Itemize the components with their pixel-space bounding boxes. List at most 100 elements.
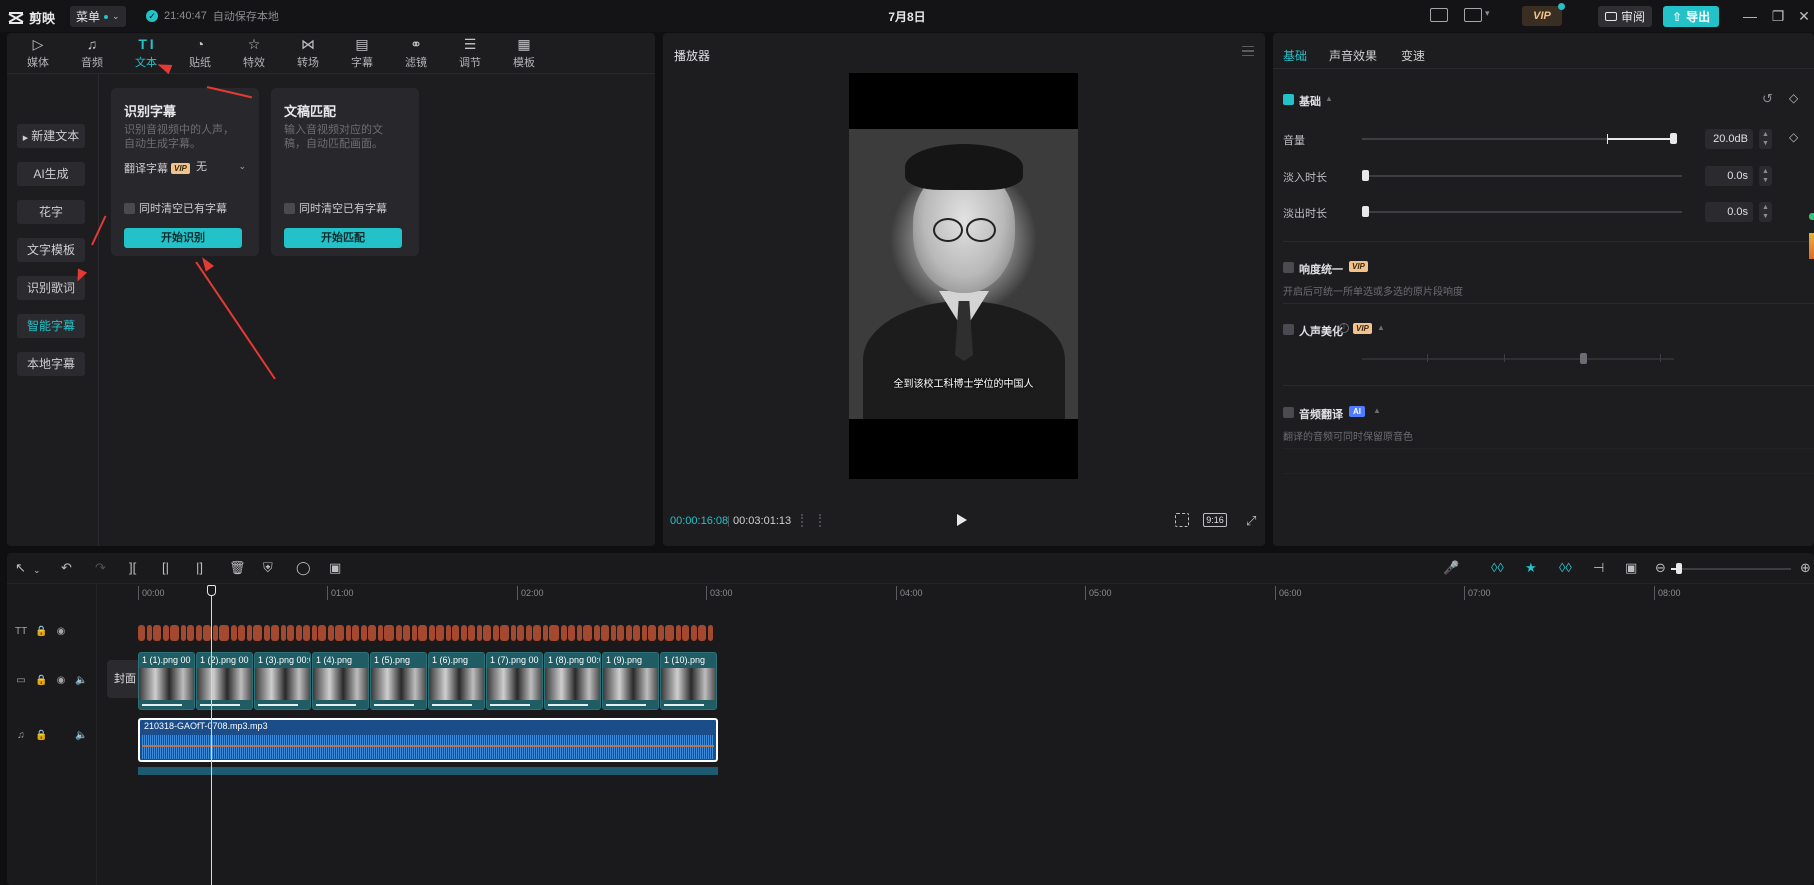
video-clip[interactable]: 1 (4).png xyxy=(312,652,369,710)
text-clip[interactable] xyxy=(445,625,451,641)
eye-icon[interactable]: ◉ xyxy=(55,675,67,686)
text-clip[interactable] xyxy=(648,625,656,641)
collapse-icon[interactable]: ▲ xyxy=(1373,406,1381,415)
shield-icon[interactable]: ◯ xyxy=(296,561,311,575)
text-clip[interactable] xyxy=(610,625,616,641)
text-clip[interactable] xyxy=(633,625,640,641)
category-new-text[interactable]: ▶ 新建文本 xyxy=(17,124,85,148)
text-clip[interactable] xyxy=(280,625,286,641)
text-clip[interactable] xyxy=(230,625,237,641)
text-clip[interactable] xyxy=(476,625,482,641)
fullscreen-focus-icon[interactable] xyxy=(1175,513,1189,527)
menu-button[interactable]: 菜单 ⌄ xyxy=(70,6,126,27)
fade-in-value-input[interactable]: 0.0s xyxy=(1705,166,1753,186)
audio-clip[interactable]: 210318-GAOfT-0708.mp3.mp3 xyxy=(138,718,718,762)
category-local-subtitle[interactable]: 本地字幕 xyxy=(17,352,85,376)
reset-icon[interactable]: ↺ xyxy=(1762,91,1773,107)
text-clip[interactable] xyxy=(682,625,689,641)
text-clip[interactable] xyxy=(246,625,252,641)
keyframe-icon[interactable]: ◇ xyxy=(1789,130,1798,144)
text-clip[interactable] xyxy=(568,625,575,641)
select-cursor-icon[interactable]: ↖ xyxy=(15,561,26,575)
timeline-grid-icon[interactable] xyxy=(801,514,821,527)
main-track-magnet-icon[interactable]: ◊◊ xyxy=(1491,561,1504,575)
undo-icon[interactable]: ↶ xyxy=(61,561,72,575)
clear-existing-checkbox[interactable]: 同时清空已有字幕 xyxy=(124,200,227,216)
category-text-template[interactable]: 文字模板 xyxy=(17,238,85,262)
volume-stepper[interactable]: ▲ ▼ xyxy=(1759,129,1772,149)
video-clip[interactable]: 1 (5).png xyxy=(370,652,427,710)
text-clip[interactable] xyxy=(395,625,402,641)
collapse-icon[interactable]: ▲ xyxy=(1377,323,1385,332)
fade-in-slider[interactable] xyxy=(1362,175,1682,177)
close-icon[interactable]: ✕ xyxy=(1796,8,1812,24)
tab-transition[interactable]: ⋈ 转场 xyxy=(281,33,335,73)
text-clip[interactable] xyxy=(452,625,459,641)
text-clip[interactable] xyxy=(707,625,713,641)
text-clip[interactable] xyxy=(403,625,410,641)
tab-filter[interactable]: ⚭ 滤镜 xyxy=(389,33,443,73)
text-clip[interactable] xyxy=(327,625,334,641)
text-clip[interactable] xyxy=(460,625,467,641)
video-clip[interactable]: 1 (9).png xyxy=(602,652,659,710)
category-fancy-text[interactable]: 花字 xyxy=(17,200,85,224)
video-clip[interactable]: 1 (6).png xyxy=(428,652,485,710)
linkage-icon[interactable]: ◊◊ xyxy=(1559,561,1572,575)
text-clip[interactable] xyxy=(170,625,179,641)
text-clip[interactable] xyxy=(533,625,541,641)
lock-icon[interactable]: 🔒 xyxy=(35,730,47,741)
text-clip[interactable] xyxy=(219,625,229,641)
delete-right-icon[interactable]: |] xyxy=(196,561,203,575)
category-ai-generate[interactable]: AI生成 xyxy=(17,162,85,186)
text-clip[interactable] xyxy=(617,625,624,641)
tab-sound-effects[interactable]: 声音效果 xyxy=(1329,47,1377,64)
text-clip[interactable] xyxy=(428,625,435,641)
text-clip[interactable] xyxy=(138,625,145,641)
tab-media[interactable]: ▷ 媒体 xyxy=(11,33,65,73)
text-clip[interactable] xyxy=(203,625,211,641)
lock-icon[interactable]: 🔒 xyxy=(35,626,47,637)
translate-select[interactable]: 无 ⌄ xyxy=(191,157,251,175)
text-clip[interactable] xyxy=(303,625,310,641)
auto-snap-icon[interactable]: ★ xyxy=(1525,561,1537,575)
text-clip[interactable] xyxy=(263,625,270,641)
restore-icon[interactable]: ❐ xyxy=(1770,8,1786,24)
fade-out-stepper[interactable]: ▲ ▼ xyxy=(1759,202,1772,222)
text-clip[interactable] xyxy=(384,625,394,641)
delete-icon[interactable]: 🗑 xyxy=(229,561,246,575)
tab-basic[interactable]: 基础 xyxy=(1283,47,1307,64)
text-clip[interactable] xyxy=(542,625,548,641)
zoom-in-icon[interactable]: ⊕ xyxy=(1800,561,1811,575)
text-clip[interactable] xyxy=(657,625,664,641)
fade-out-slider-knob[interactable] xyxy=(1362,206,1369,217)
text-clip[interactable] xyxy=(483,625,491,641)
redo-icon[interactable]: ↷ xyxy=(95,561,106,575)
text-clip[interactable] xyxy=(675,625,681,641)
text-clip[interactable] xyxy=(335,625,344,641)
aspect-ratio-button[interactable]: 9:16 xyxy=(1203,513,1227,527)
export-button[interactable]: ⇧ 导出 xyxy=(1663,6,1720,27)
minimize-icon[interactable]: — xyxy=(1742,8,1758,24)
zoom-slider-knob[interactable] xyxy=(1676,563,1682,574)
fullscreen-icon[interactable]: ⤢ xyxy=(1246,513,1256,529)
text-clip[interactable] xyxy=(180,625,186,641)
text-clip[interactable] xyxy=(368,625,376,641)
text-clip[interactable] xyxy=(583,625,592,641)
text-clip[interactable] xyxy=(665,625,674,641)
text-clip[interactable] xyxy=(593,625,600,641)
video-clip[interactable]: 1 (1).png 00 xyxy=(138,652,195,710)
text-clip[interactable] xyxy=(576,625,582,641)
tab-template[interactable]: ▦ 模板 xyxy=(497,33,551,73)
basic-toggle-checkbox[interactable] xyxy=(1283,94,1294,105)
info-icon[interactable]: ! xyxy=(1339,323,1349,333)
tab-audio[interactable]: ♫ 音频 xyxy=(65,33,119,73)
video-clip[interactable]: 1 (2).png 00 xyxy=(196,652,253,710)
text-clip[interactable] xyxy=(510,625,516,641)
fade-in-stepper[interactable]: ▲ ▼ xyxy=(1759,166,1772,186)
speaker-icon[interactable]: 🔈 xyxy=(75,675,87,686)
speaker-icon[interactable]: 🔈 xyxy=(75,730,87,741)
start-match-button[interactable]: 开始匹配 xyxy=(284,228,402,248)
playhead[interactable] xyxy=(211,592,212,885)
vip-button[interactable]: VIP xyxy=(1522,3,1565,26)
text-clip[interactable] xyxy=(238,625,245,641)
